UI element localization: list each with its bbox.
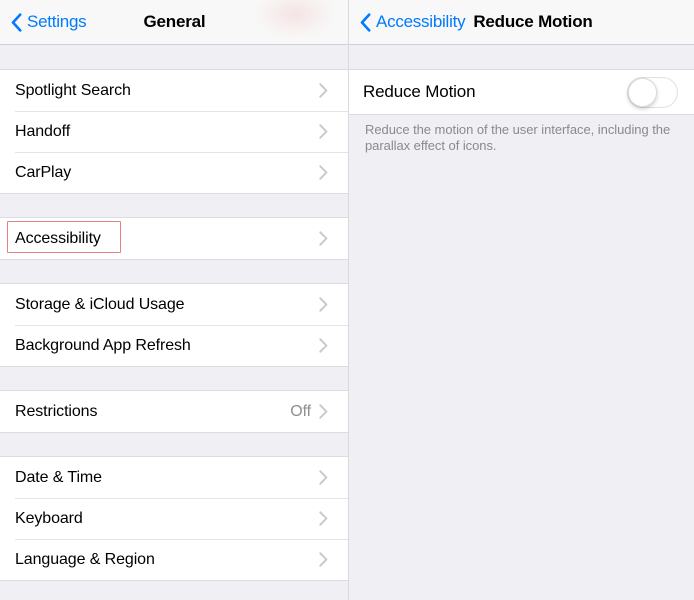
settings-row-label: Date & Time — [15, 468, 102, 486]
chevron-right-icon — [319, 404, 328, 419]
chevron-right-icon — [319, 124, 328, 139]
settings-row[interactable]: Restrictions Off — [0, 391, 349, 432]
chevron-right-icon — [319, 83, 328, 98]
chevron-right-icon — [319, 165, 328, 180]
split-view-container: Settings General Spotlight Search Handoff… — [0, 0, 694, 600]
reduce-motion-toggle[interactable] — [627, 76, 678, 108]
settings-row-label: Language & Region — [15, 550, 155, 568]
right-navigation-bar: Accessibility Reduce Motion — [349, 0, 694, 45]
reduce-motion-group: Reduce Motion — [349, 69, 694, 115]
chevron-left-icon — [360, 12, 371, 32]
back-button-accessibility[interactable]: Accessibility — [349, 12, 466, 32]
back-button-label: Accessibility — [376, 12, 466, 31]
reduce-motion-table: Reduce Motion Reduce the motion of the u… — [349, 46, 694, 600]
general-settings-table[interactable]: Spotlight Search Handoff CarPlay Accessibil… — [0, 46, 349, 600]
toggle-knob — [628, 77, 657, 107]
reduce-motion-footer-text: Reduce the motion of the user interface,… — [365, 122, 671, 153]
reduce-motion-label: Reduce Motion — [363, 82, 476, 101]
settings-group: Storage & iCloud Usage Background App Ref… — [0, 283, 349, 367]
left-navigation-bar: Settings General — [0, 0, 349, 45]
settings-row[interactable]: Date & Time — [0, 457, 349, 498]
settings-row-label: Accessibility — [15, 229, 101, 247]
page-title-general: General — [143, 12, 206, 31]
chevron-right-icon — [319, 297, 328, 312]
settings-group: Accessibility — [0, 217, 349, 260]
right-panel-reduce-motion: Accessibility Reduce Motion Reduce Motio… — [349, 0, 694, 600]
chevron-right-icon — [319, 231, 328, 246]
settings-row[interactable]: Storage & iCloud Usage — [0, 284, 349, 325]
settings-row[interactable]: Spotlight Search — [0, 70, 349, 111]
settings-row-value: Off — [290, 402, 311, 420]
settings-row-label: Storage & iCloud Usage — [15, 295, 185, 313]
settings-row-label: Background App Refresh — [15, 336, 191, 354]
settings-row[interactable]: Accessibility — [0, 218, 349, 259]
settings-row[interactable]: CarPlay — [0, 152, 349, 193]
settings-row[interactable]: Keyboard — [0, 498, 349, 539]
chevron-right-icon — [319, 470, 328, 485]
panel-divider — [348, 0, 349, 600]
settings-row[interactable]: Language & Region — [0, 539, 349, 580]
settings-row-label: Restrictions — [15, 402, 98, 420]
settings-row-label: CarPlay — [15, 163, 72, 181]
chevron-right-icon — [319, 338, 328, 353]
settings-group: Restrictions Off — [0, 390, 349, 433]
chevron-right-icon — [319, 511, 328, 526]
settings-row-label: Spotlight Search — [15, 81, 131, 99]
settings-group: Spotlight Search Handoff CarPlay — [0, 69, 349, 194]
settings-row-label: Keyboard — [15, 509, 83, 527]
settings-group: Date & Time Keyboard Language & Region — [0, 456, 349, 581]
settings-row[interactable]: Background App Refresh — [0, 325, 349, 366]
left-panel-general-settings: Settings General Spotlight Search Handoff… — [0, 0, 349, 600]
settings-row-label: Handoff — [15, 122, 71, 140]
page-title-reduce-motion: Reduce Motion — [473, 12, 593, 31]
reduce-motion-row[interactable]: Reduce Motion — [349, 70, 694, 114]
chevron-right-icon — [319, 552, 328, 567]
settings-row[interactable]: Handoff — [0, 111, 349, 152]
